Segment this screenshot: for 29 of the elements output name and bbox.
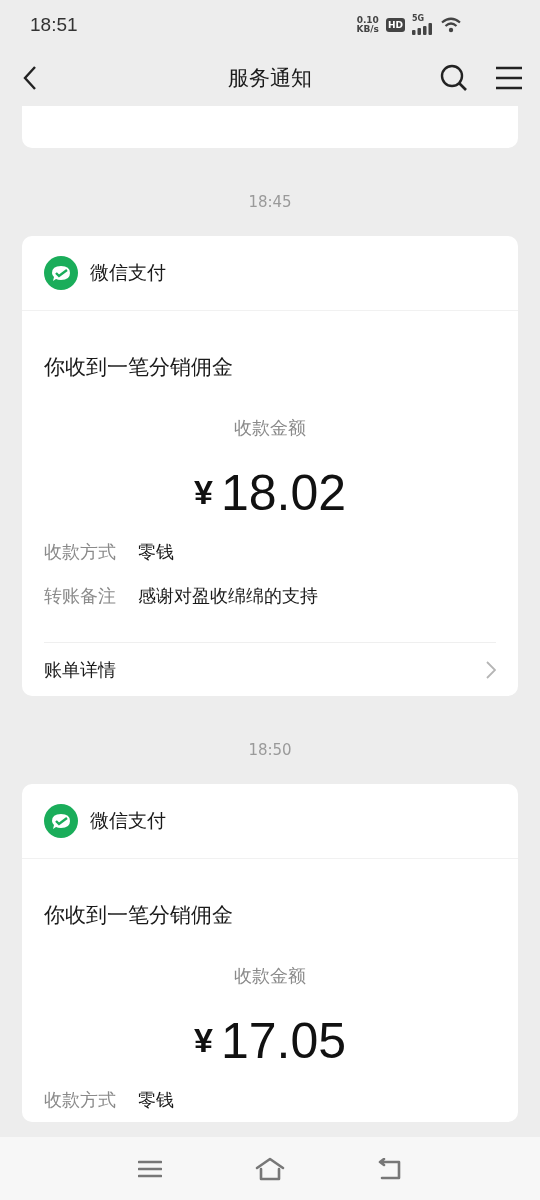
app-name: 微信支付 — [90, 260, 166, 285]
status-time: 18:51 — [30, 14, 78, 36]
field-value: 感谢对盈收绵绵的支持 — [138, 584, 318, 608]
amount-label: 收款金额 — [233, 964, 307, 988]
amount-value: $^{¥}$ 17.05 — [192, 1012, 347, 1071]
payment-logo-icon — [44, 804, 78, 838]
bill-details-link[interactable]: 账单详情 — [44, 642, 496, 696]
message-time: 18:45 — [247, 192, 293, 213]
search-icon[interactable] — [440, 64, 468, 92]
field-value: 零钱 — [138, 540, 174, 564]
field-label: 收款方式 — [44, 540, 117, 564]
message-time: 18:50 — [247, 740, 293, 761]
field-value: 零钱 — [138, 1088, 174, 1112]
chevron-icon — [486, 660, 496, 679]
wifi-icon — [441, 17, 461, 33]
field-label: 转账备注 — [44, 584, 117, 608]
network-speed: 0.10 KB/s — [356, 16, 379, 34]
back-icon[interactable] — [22, 65, 38, 91]
field-label: 收款方式 — [44, 1088, 117, 1112]
hd-badge: HD — [386, 18, 405, 32]
amount-value: $^{¥}$ 18.02 — [192, 464, 347, 523]
amount-label: 收款金额 — [233, 416, 307, 440]
message-title: 你收到一笔分销佣金 — [44, 354, 234, 381]
message-title: 你收到一笔分销佣金 — [44, 902, 234, 929]
page-title: 服务通知 — [228, 65, 312, 92]
home-icon[interactable] — [255, 1156, 285, 1181]
menu-icon[interactable] — [496, 66, 522, 90]
app-name: 微信支付 — [90, 808, 166, 833]
payment-logo-icon — [44, 256, 78, 290]
